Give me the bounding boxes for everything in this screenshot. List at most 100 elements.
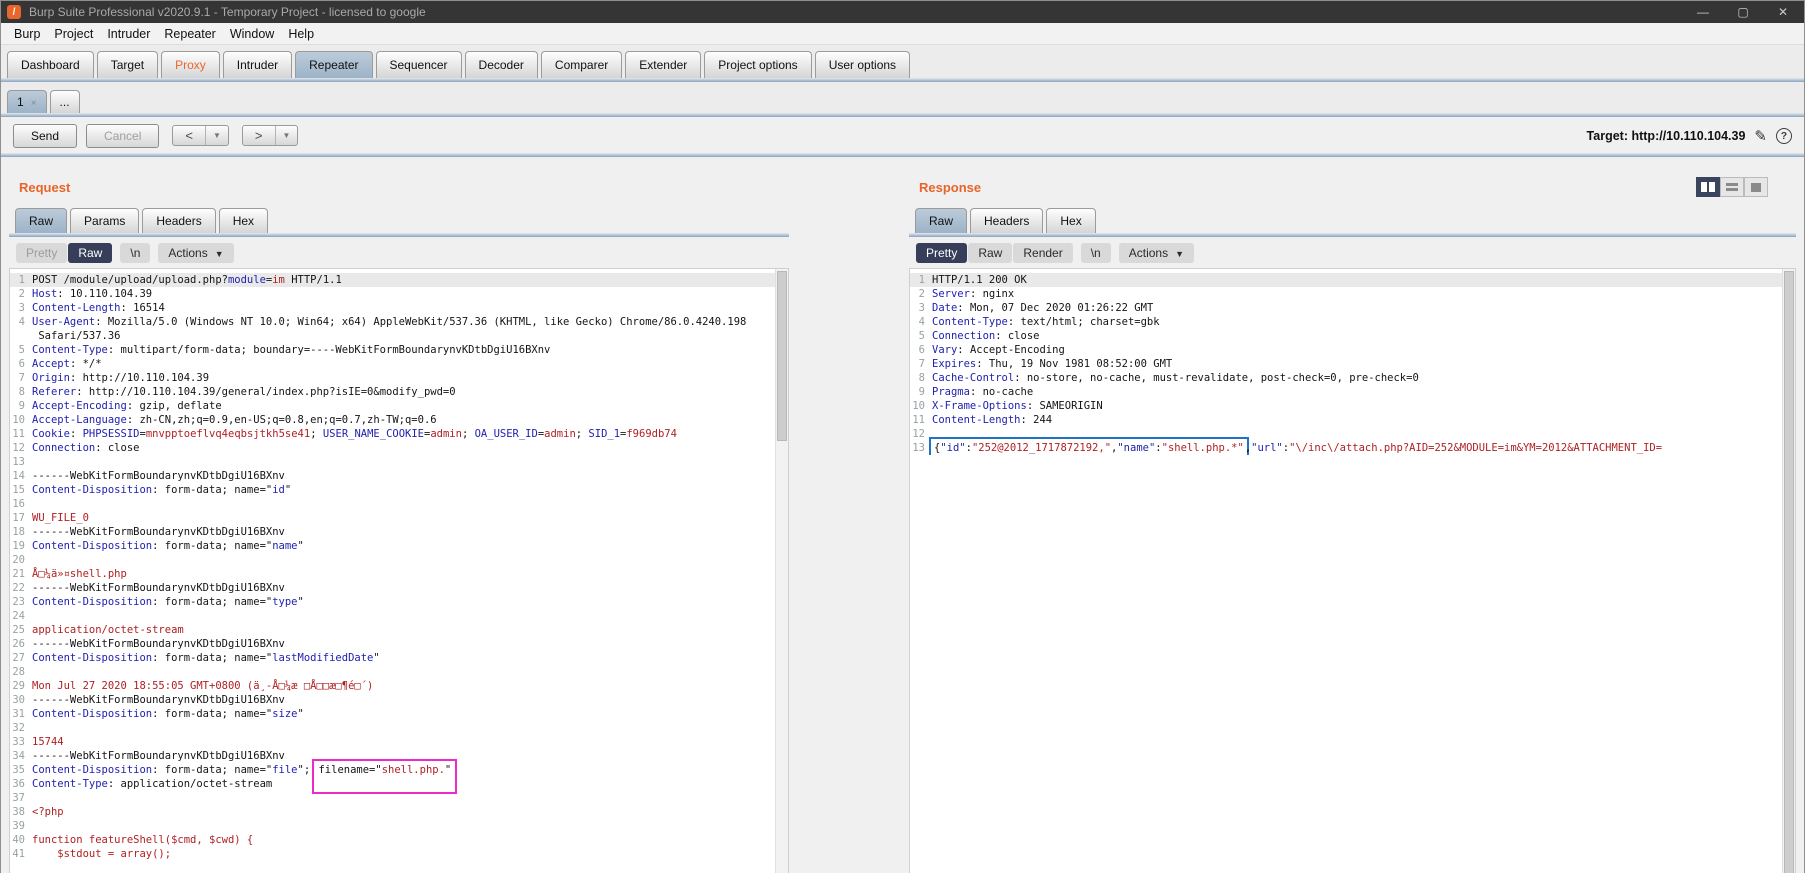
layout-columns-button[interactable] [1696,177,1720,197]
menu-intruder[interactable]: Intruder [100,25,157,43]
layout-rows-button[interactable] [1720,177,1744,197]
target-url: http://10.110.104.39 [1631,129,1745,143]
prev-dropdown-icon[interactable]: ▼ [205,126,228,145]
request-tab-hex[interactable]: Hex [219,208,268,233]
layout-single-button[interactable] [1744,177,1768,197]
code-line: 21Å□¼ä»¤shell.php [10,567,775,581]
request-newline-button[interactable]: \n [120,243,150,263]
line-number: 19 [10,539,32,553]
code-line: 38<?php [10,805,775,819]
response-editor[interactable]: 1HTTP/1.1 200 OK2Server: nginx3Date: Mon… [909,268,1796,873]
main-tab-comparer[interactable]: Comparer [541,51,622,78]
main-tab-proxy[interactable]: Proxy [161,51,220,78]
next-request-button[interactable]: > ▼ [242,125,299,146]
response-tab-hex[interactable]: Hex [1046,208,1095,233]
window-title: Burp Suite Professional v2020.9.1 - Temp… [29,5,426,19]
response-tab-headers[interactable]: Headers [970,208,1043,233]
menu-repeater[interactable]: Repeater [157,25,222,43]
response-view-bar: PrettyRawRender \n Actions▼ [909,237,1796,268]
code-line: 14------WebKitFormBoundarynvKDtbDgiU16BX… [10,469,775,483]
request-tab-headers[interactable]: Headers [142,208,215,233]
response-panel-title: Response [909,180,981,195]
code-line: 4User-Agent: Mozilla/5.0 (Windows NT 10.… [10,315,775,329]
request-scrollbar[interactable] [775,269,788,873]
code-line: 8Cache-Control: no-store, no-cache, must… [910,371,1782,385]
response-actions-button[interactable]: Actions▼ [1119,243,1194,263]
code-line: 6Vary: Accept-Encoding [910,343,1782,357]
menu-project[interactable]: Project [47,25,100,43]
response-pretty-button[interactable]: Pretty [916,243,967,263]
code-line: 9Accept-Encoding: gzip, deflate [10,399,775,413]
line-number: 29 [10,679,32,693]
request-tab-raw[interactable]: Raw [15,208,67,233]
code-line: 11Content-Length: 244 [910,413,1782,427]
repeater-content: Request RawParamsHeadersHex PrettyRaw\nA… [1,157,1804,873]
repeater-tab-1[interactable]: 1× [7,90,47,113]
menu-help[interactable]: Help [281,25,321,43]
request-editor[interactable]: 1POST /module/upload/upload.php?module=i… [9,268,789,873]
main-tab-target[interactable]: Target [97,51,158,78]
line-number: 28 [10,665,32,679]
response-render-button[interactable]: Render [1013,243,1072,263]
code-line: 10X-Frame-Options: SAMEORIGIN [910,399,1782,413]
cancel-button[interactable]: Cancel [86,124,159,148]
line-number: 2 [10,287,32,301]
code-line: 22------WebKitFormBoundarynvKDtbDgiU16BX… [10,581,775,595]
tab-close-icon[interactable]: × [31,98,37,109]
main-tab-extender[interactable]: Extender [625,51,701,78]
line-number: 15 [10,483,32,497]
response-raw-button[interactable]: Raw [968,243,1012,263]
code-line: 6Accept: */* [10,357,775,371]
request-raw-button[interactable]: Raw [68,243,112,263]
request-pretty-button[interactable]: Pretty [16,243,67,263]
request-scrollbar-thumb[interactable] [777,271,787,441]
request-tab-params[interactable]: Params [70,208,139,233]
main-tab-dashboard[interactable]: Dashboard [7,51,94,78]
main-tab-repeater[interactable]: Repeater [295,51,372,78]
help-question-icon[interactable]: ? [1776,128,1792,144]
code-line: 18------WebKitFormBoundarynvKDtbDgiU16BX… [10,525,775,539]
menu-window[interactable]: Window [223,25,281,43]
code-line: 30------WebKitFormBoundarynvKDtbDgiU16BX… [10,693,775,707]
blue-highlight-box: {"id":"252@2012_1717872192,","name":"she… [929,437,1249,455]
main-tab-decoder[interactable]: Decoder [465,51,538,78]
line-number: 3 [10,301,32,315]
request-actions-button[interactable]: Actions▼ [158,243,233,263]
main-tab-project-options[interactable]: Project options [704,51,811,78]
response-scrollbar-thumb[interactable] [1784,271,1794,873]
chevron-down-icon: ▼ [1175,249,1184,259]
line-number: 33 [10,735,32,749]
minimize-button[interactable]: — [1696,5,1710,19]
response-scrollbar[interactable] [1782,269,1795,873]
repeater-toolbar: Send Cancel < ▼ > ▼ Target: http://10.11… [1,122,1804,149]
main-tab-user-options[interactable]: User options [815,51,910,78]
edit-target-pencil-icon[interactable]: ✎ [1754,127,1767,145]
line-number: 7 [910,357,932,371]
main-tab-sequencer[interactable]: Sequencer [376,51,462,78]
next-dropdown-icon[interactable]: ▼ [275,126,298,145]
code-line: 13 [10,455,775,469]
close-button[interactable]: ✕ [1776,5,1790,19]
line-number: 36 [10,777,32,791]
line-number: 7 [10,371,32,385]
code-line: 1HTTP/1.1 200 OK [910,273,1782,287]
request-view-bar: PrettyRaw \n Actions▼ [9,237,789,268]
code-line: 7Origin: http://10.110.104.39 [10,371,775,385]
code-line: 10Accept-Language: zh-CN,zh;q=0.9,en-US;… [10,413,775,427]
line-number: 6 [10,357,32,371]
maximize-button[interactable]: ▢ [1736,5,1750,19]
prev-request-button[interactable]: < ▼ [172,125,229,146]
separator [1,113,1804,117]
response-tab-raw[interactable]: Raw [915,208,967,233]
line-number: 6 [910,343,932,357]
menu-burp[interactable]: Burp [7,25,47,43]
request-panel-title: Request [9,180,70,195]
response-newline-button[interactable]: \n [1081,243,1111,263]
repeater-tab-[interactable]: ... [50,90,80,113]
code-line: 3315744 [10,735,775,749]
main-tab-bar: DashboardTargetProxyIntruderRepeaterSequ… [1,45,1804,78]
code-line: 8Referer: http://10.110.104.39/general/i… [10,385,775,399]
main-tab-intruder[interactable]: Intruder [223,51,292,78]
code-line: 20 [10,553,775,567]
send-button[interactable]: Send [13,124,77,148]
